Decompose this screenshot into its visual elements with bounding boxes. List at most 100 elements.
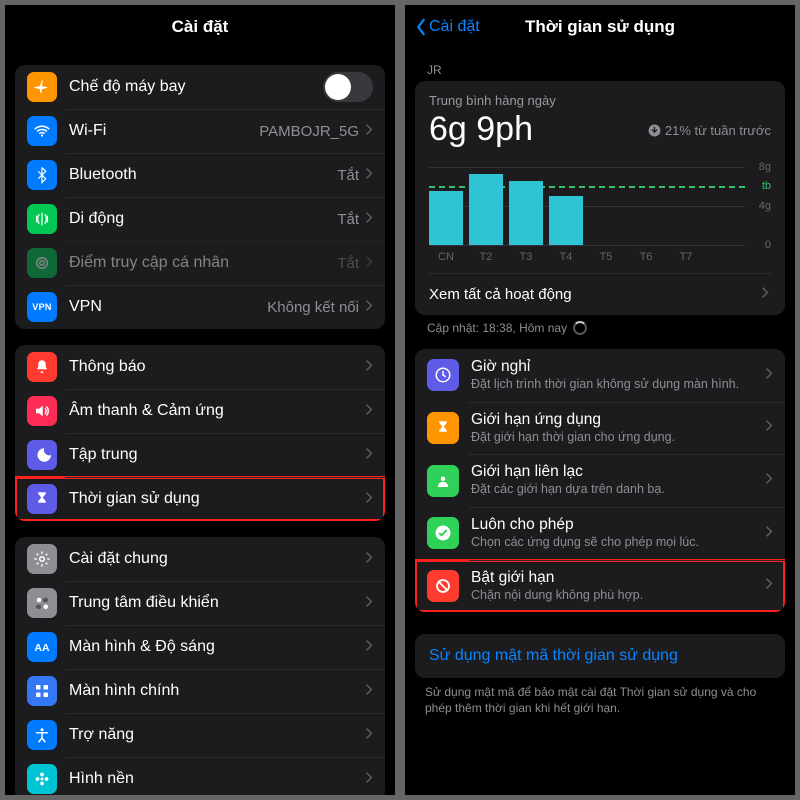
settings-row-hotspot[interactable]: Điểm truy cập cá nhânTắt [15,241,385,285]
settings-group-general: Cài đặt chung Trung tâm điều khiển AA Màn h… [15,537,385,795]
settings-row-sound[interactable]: Âm thanh & Cảm ứng [15,389,385,433]
option-title: Giờ nghỉ [471,358,759,376]
hourglass-icon [27,484,57,514]
row-label: Âm thanh & Cảm ứng [69,402,365,420]
option-desc: Đặt giới hạn thời gian cho ứng dụng. [471,430,759,446]
row-detail: Tắt [337,211,359,228]
option-hourglass[interactable]: Giới hạn ứng dụngĐặt giới hạn thời gian … [415,402,785,455]
chevron-right-icon [765,472,773,489]
option-downtime[interactable]: Giờ nghỉĐặt lịch trình thời gian không s… [415,349,785,402]
trend-text: 21% từ tuần trước [648,123,771,138]
access-icon [27,720,57,750]
option-title: Bật giới hạn [471,569,759,587]
page-title: Thời gian sử dụng [525,17,675,37]
contact-icon [427,465,459,497]
chevron-right-icon [765,367,773,384]
settings-row-grid[interactable]: Màn hình chính [15,669,385,713]
option-title: Giới hạn liên lạc [471,463,759,481]
settings-row-bell[interactable]: Thông báo [15,345,385,389]
settings-group-connectivity: Chế độ máy bayWi-FiPAMBOJR_5GBluetoothTắ… [15,65,385,329]
settings-row-airplane[interactable]: Chế độ máy bay [15,65,385,109]
downtime-icon [427,359,459,391]
row-label: VPN [69,298,267,316]
usage-summary-card[interactable]: Trung bình hàng ngày 6g 9ph 21% từ tuần … [415,81,785,315]
option-block[interactable]: Bật giới hạnChặn nội dung không phù hợp. [415,560,785,613]
svg-text:AA: AA [34,642,50,654]
chevron-right-icon [365,683,373,700]
chevron-right-icon [765,577,773,594]
settings-row-cellular[interactable]: Di độngTắt [15,197,385,241]
use-passcode-button[interactable]: Sử dụng mật mã thời gian sử dụng [415,634,785,678]
row-label: Bluetooth [69,166,337,184]
row-label: Wi-Fi [69,122,259,140]
settings-row-aa[interactable]: AA Màn hình & Độ sáng [15,625,385,669]
row-label: Màn hình & Độ sáng [69,638,365,656]
settings-row-wifi[interactable]: Wi-FiPAMBOJR_5G [15,109,385,153]
option-contact[interactable]: Giới hạn liên lạcĐặt các giới hạn dựa tr… [415,454,785,507]
chevron-right-icon [365,771,373,788]
row-label: Điểm truy cập cá nhân [69,254,337,272]
bell-icon [27,352,57,382]
cellular-icon [27,204,57,234]
settings-row-moon[interactable]: Tập trung [15,433,385,477]
option-desc: Chặn nội dung không phù hợp. [471,588,759,604]
summary-label: Trung bình hàng ngày [429,93,771,108]
settings-row-control[interactable]: Trung tâm điều khiển [15,581,385,625]
row-detail: Tắt [337,167,359,184]
usage-chart: 8g4g0tbCNT2T3T4T5T6T7 [429,167,771,263]
user-label: JR [427,63,795,77]
row-detail: Tắt [337,255,359,272]
check-icon [427,517,459,549]
row-label: Trung tâm điều khiển [69,594,365,612]
nav-bar: Cài đặt [5,5,395,49]
row-label: Màn hình chính [69,682,365,700]
chevron-right-icon [365,211,373,228]
last-updated: Cập nhật: 18:38, Hôm nay [427,321,795,335]
row-detail: PAMBOJR_5G [259,123,359,140]
chevron-right-icon [365,359,373,376]
row-label: Hình nền [69,770,365,788]
see-all-activity[interactable]: Xem tất cả hoạt động [429,273,771,315]
settings-row-bluetooth[interactable]: BluetoothTắt [15,153,385,197]
chevron-right-icon [365,639,373,656]
settings-screen: Cài đặt Chế độ máy bayWi-FiPAMBOJR_5GBlu… [5,5,395,795]
settings-row-hourglass[interactable]: Thời gian sử dụng [15,477,385,521]
option-desc: Chọn các ứng dụng sẽ cho phép mọi lúc. [471,535,759,551]
chevron-right-icon [365,447,373,464]
wifi-icon [27,116,57,146]
hotspot-icon [27,248,57,278]
chevron-right-icon [365,491,373,508]
chevron-right-icon [765,525,773,542]
chevron-right-icon [365,167,373,184]
row-label: Tập trung [69,446,365,464]
chevron-right-icon [761,286,769,303]
option-title: Luôn cho phép [471,516,759,534]
row-detail: Không kết nối [267,299,359,316]
option-desc: Đặt lịch trình thời gian không sử dụng m… [471,377,759,393]
settings-row-gear[interactable]: Cài đặt chung [15,537,385,581]
flower-icon [27,764,57,794]
row-label: Thông báo [69,358,365,376]
grid-icon [27,676,57,706]
settings-row-vpn[interactable]: VPNVPNKhông kết nối [15,285,385,329]
back-button[interactable]: Cài đặt [415,18,480,36]
chevron-right-icon [765,419,773,436]
toggle-switch[interactable] [323,72,373,102]
chevron-right-icon [365,403,373,420]
back-label: Cài đặt [429,18,480,36]
row-label: Chế độ máy bay [69,78,323,96]
chevron-right-icon [365,255,373,272]
row-label: Di động [69,210,337,228]
chevron-right-icon [365,123,373,140]
option-check[interactable]: Luôn cho phépChọn các ứng dụng sẽ cho ph… [415,507,785,560]
settings-group-notifications: Thông báo Âm thanh & Cảm ứng Tập trung Thời… [15,345,385,521]
option-desc: Đặt các giới hạn dựa trên danh bạ. [471,482,759,498]
chevron-right-icon [365,595,373,612]
row-label: Thời gian sử dụng [69,490,365,508]
settings-row-access[interactable]: Trợ năng [15,713,385,757]
settings-row-flower[interactable]: Hình nền [15,757,385,795]
nav-bar: Cài đặt Thời gian sử dụng [405,5,795,49]
hourglass-icon [427,412,459,444]
screentime-options-group: Giờ nghỉĐặt lịch trình thời gian không s… [415,349,785,612]
row-label: Cài đặt chung [69,550,365,568]
